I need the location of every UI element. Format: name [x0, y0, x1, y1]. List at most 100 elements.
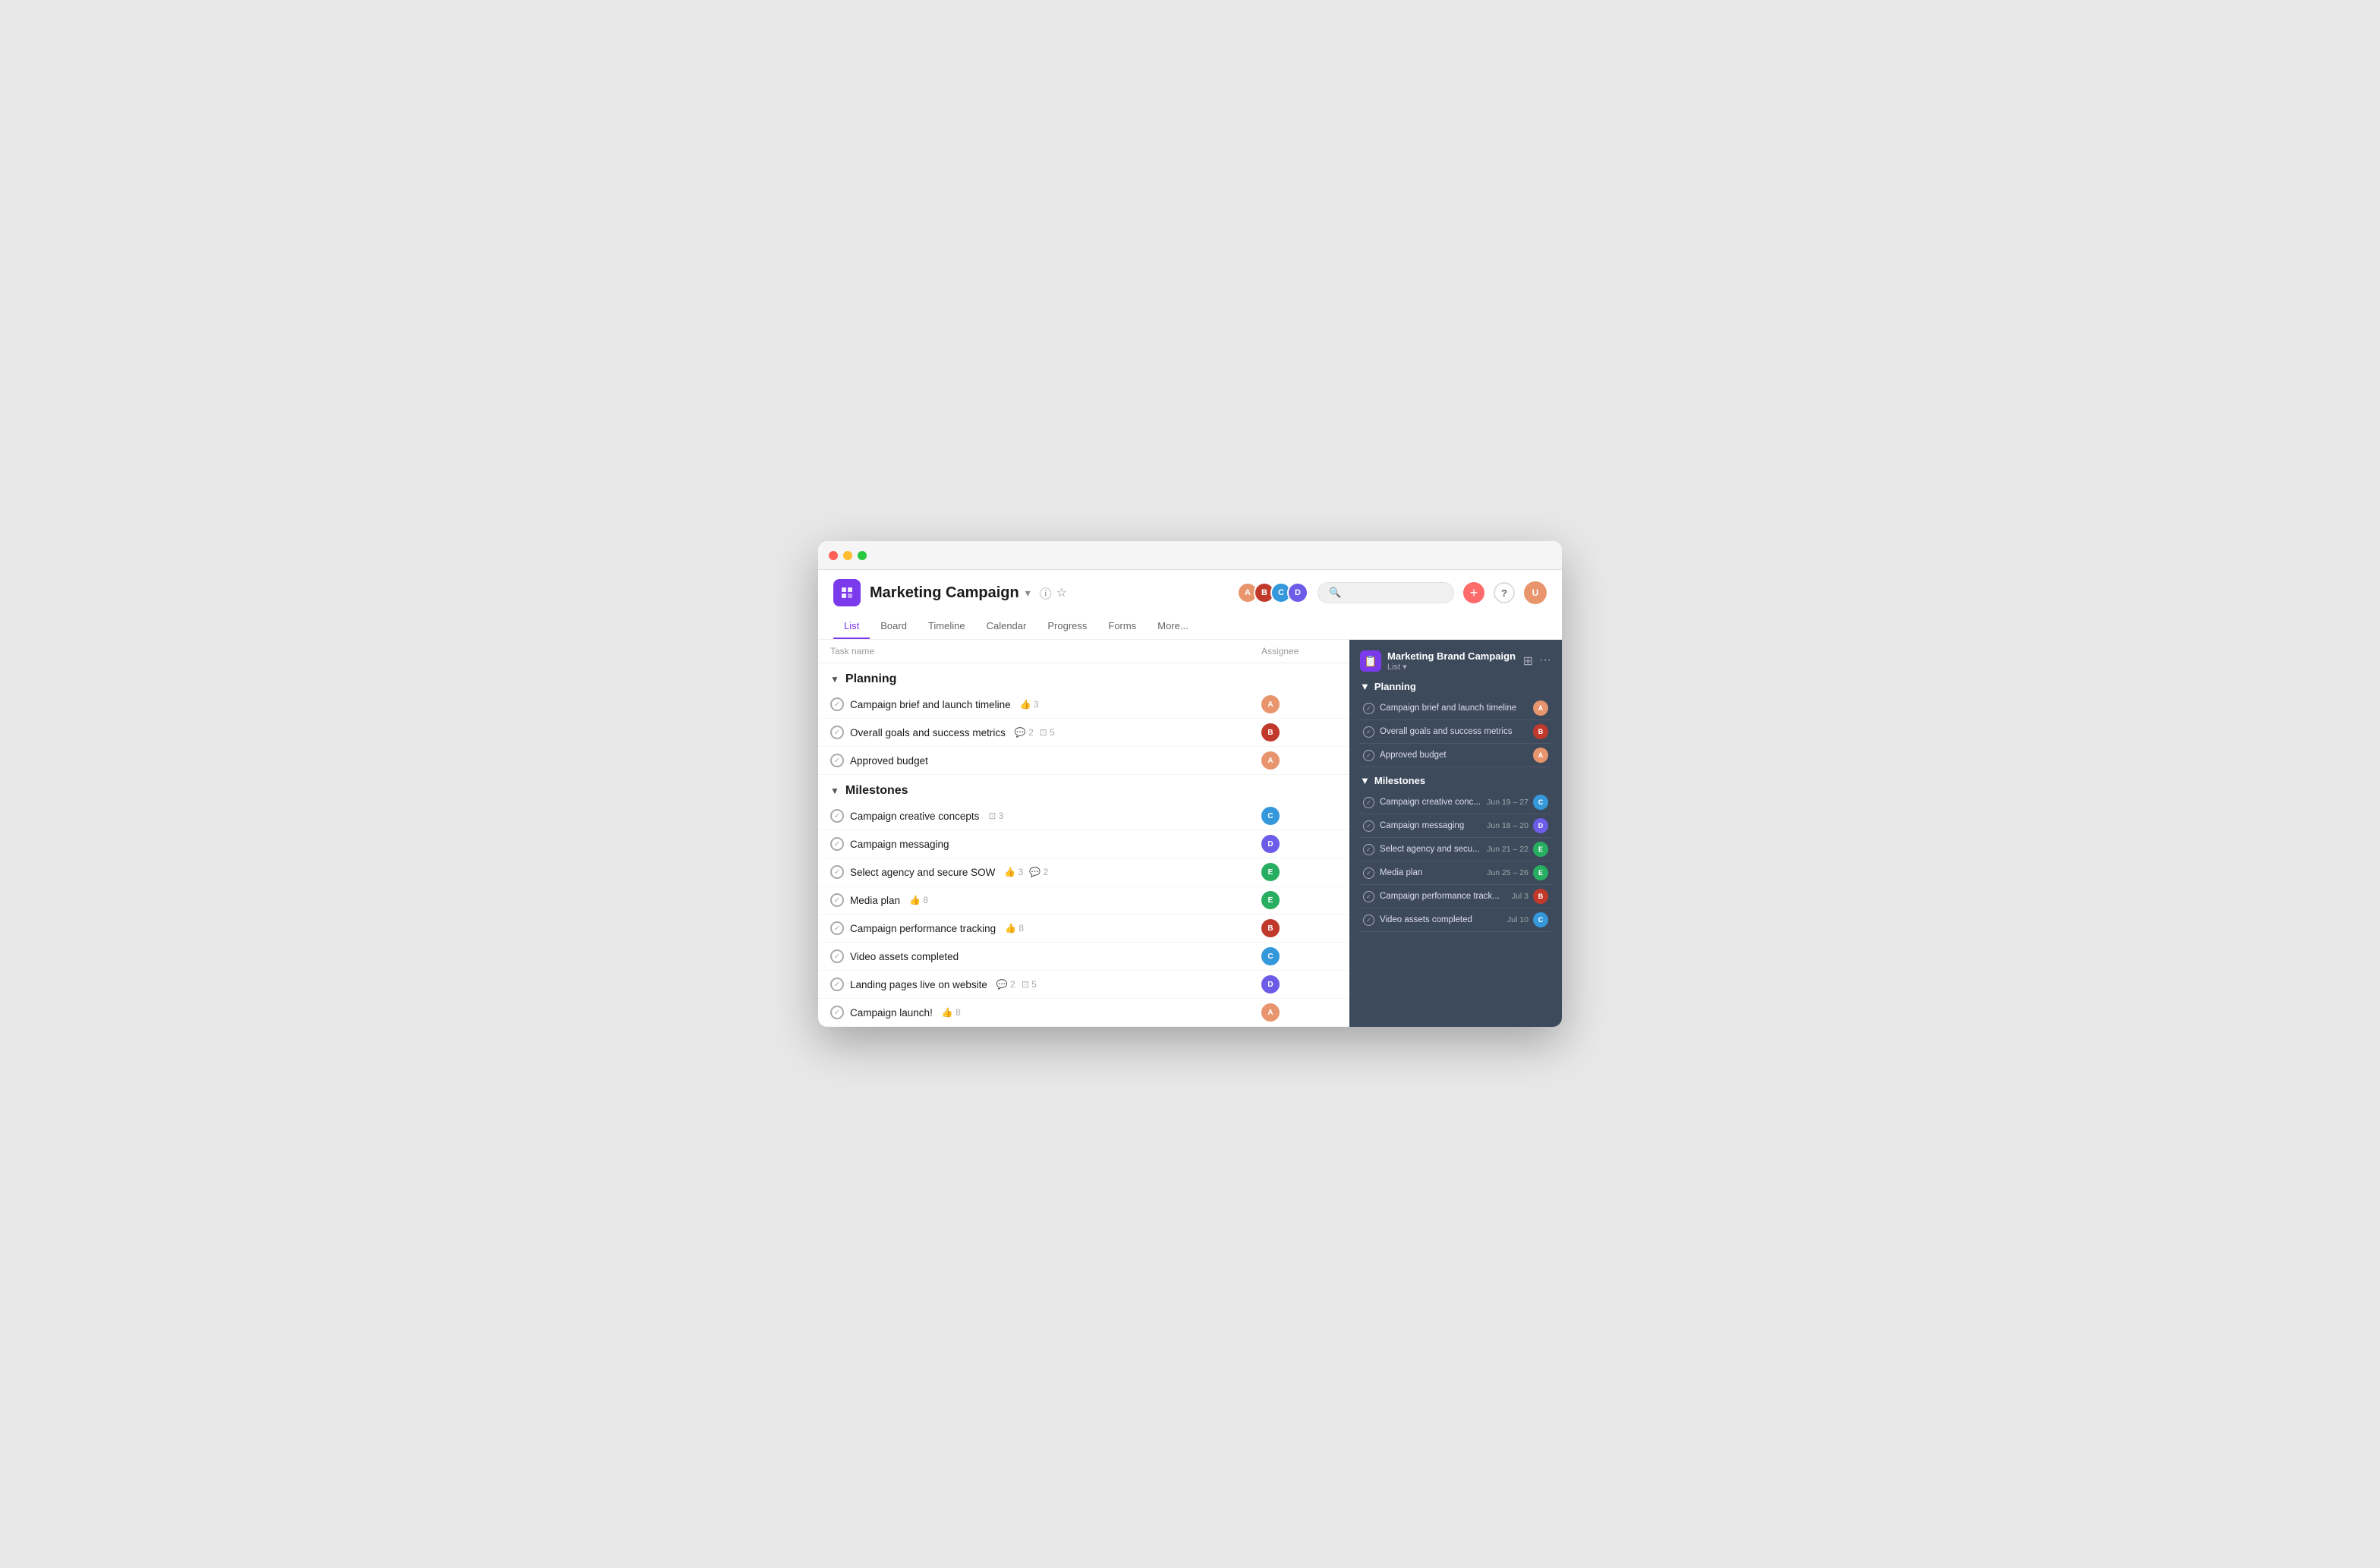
section-title-planning: Planning: [845, 672, 897, 686]
task-name: Campaign launch!: [850, 1007, 933, 1019]
sp-task-row: ✓ Overall goals and success metrics B: [1360, 720, 1551, 744]
user-avatar[interactable]: U: [1524, 581, 1547, 604]
tab-progress[interactable]: Progress: [1037, 614, 1097, 639]
sp-task-check[interactable]: ✓: [1363, 726, 1374, 738]
task-check[interactable]: ✓: [830, 921, 844, 935]
task-check[interactable]: ✓: [830, 893, 844, 907]
assignee-cell: C: [1261, 807, 1352, 825]
sp-task-left: ✓ Campaign brief and launch timeline: [1363, 703, 1533, 714]
search-bar[interactable]: 🔍: [1318, 582, 1454, 603]
task-name: Overall goals and success metrics: [850, 727, 1006, 738]
task-check[interactable]: ✓: [830, 697, 844, 711]
task-name: Approved budget: [850, 755, 928, 767]
sp-task-check[interactable]: ✓: [1363, 844, 1374, 855]
header-top: Marketing Campaign ▾ ⓘ ☆ A B C D 🔍: [833, 579, 1547, 606]
side-panel-title-area: 📋 Marketing Brand Campaign List ▾: [1360, 650, 1516, 672]
sp-task-name: Campaign brief and launch timeline: [1380, 704, 1533, 713]
task-name-cell: ✓ Media plan 👍 8: [830, 893, 1261, 907]
tab-calendar[interactable]: Calendar: [976, 614, 1037, 639]
task-check[interactable]: ✓: [830, 754, 844, 767]
task-check[interactable]: ✓: [830, 809, 844, 823]
sp-task-check[interactable]: ✓: [1363, 891, 1374, 902]
sp-task-check[interactable]: ✓: [1363, 703, 1374, 714]
sp-section-title-planning: Planning: [1374, 681, 1416, 692]
task-check[interactable]: ✓: [830, 837, 844, 851]
task-check[interactable]: ✓: [830, 978, 844, 991]
sp-task-left: ✓ Campaign messaging Jun 18 – 20: [1363, 820, 1533, 832]
sp-task-check[interactable]: ✓: [1363, 915, 1374, 926]
assignee-cell: D: [1261, 835, 1352, 853]
task-check[interactable]: ✓: [830, 1006, 844, 1019]
sp-section-milestones[interactable]: ▼ Milestones: [1360, 775, 1551, 786]
tab-list[interactable]: List: [833, 614, 870, 639]
sp-task-date: Jul 10: [1507, 915, 1528, 924]
task-avatar: A: [1261, 751, 1280, 770]
sp-task-avatar: A: [1533, 748, 1548, 763]
sp-task-name: Media plan: [1380, 868, 1481, 877]
sp-task-check[interactable]: ✓: [1363, 867, 1374, 879]
sp-task-name: Select agency and secu...: [1380, 845, 1481, 854]
tab-more[interactable]: More...: [1147, 614, 1198, 639]
task-check[interactable]: ✓: [830, 865, 844, 879]
sp-task-check[interactable]: ✓: [1363, 797, 1374, 808]
help-button[interactable]: ?: [1494, 582, 1515, 603]
task-meta: 💬 2 ⊡ 5: [996, 979, 1037, 990]
task-name-cell: ✓ Campaign performance tracking 👍 8: [830, 921, 1261, 935]
sp-task-avatar: E: [1533, 865, 1548, 880]
sp-task-row: ✓ Campaign messaging Jun 18 – 20 D: [1360, 814, 1551, 838]
task-avatar: C: [1261, 807, 1280, 825]
assignee-cell: A: [1261, 695, 1352, 713]
sp-task-avatar: C: [1533, 795, 1548, 810]
comments-count: 💬 2: [996, 979, 1015, 990]
task-check[interactable]: ✓: [830, 726, 844, 739]
info-icon[interactable]: ⓘ: [1040, 584, 1052, 602]
likes-count: 👍 3: [1004, 867, 1023, 877]
star-icon[interactable]: ☆: [1056, 585, 1067, 600]
main-content: Task name Assignee Due date Status ▼ Pla…: [818, 640, 1562, 1027]
task-avatar: D: [1261, 835, 1280, 853]
filter-icon[interactable]: ⊞: [1523, 653, 1533, 669]
sp-task-row: ✓ Campaign performance track... Jul 3 B: [1360, 885, 1551, 908]
sp-arrow-planning: ▼: [1360, 681, 1370, 692]
sp-task-avatar: B: [1533, 889, 1548, 904]
task-name-cell: ✓ Select agency and secure SOW 👍 3 💬 2: [830, 865, 1261, 879]
task-name: Campaign creative concepts: [850, 811, 979, 822]
col-task-name: Task name: [830, 646, 1261, 656]
task-name-cell: ✓ Landing pages live on website 💬 2 ⊡ 5: [830, 978, 1261, 991]
task-check[interactable]: ✓: [830, 949, 844, 963]
app-icon: [833, 579, 861, 606]
sp-task-avatar: A: [1533, 701, 1548, 716]
side-panel-title: Marketing Brand Campaign: [1387, 650, 1516, 662]
minimize-button[interactable]: [843, 551, 852, 560]
side-panel-actions: ⊞ ···: [1523, 653, 1551, 669]
assignee-cell: E: [1261, 891, 1352, 909]
section-arrow-planning: ▼: [830, 674, 839, 685]
chevron-down-icon[interactable]: ▾: [1025, 587, 1031, 600]
maximize-button[interactable]: [858, 551, 867, 560]
tab-forms[interactable]: Forms: [1097, 614, 1147, 639]
more-icon[interactable]: ···: [1539, 653, 1551, 669]
sp-task-left: ✓ Media plan Jun 25 – 26: [1363, 867, 1533, 879]
add-button[interactable]: +: [1463, 582, 1484, 603]
sp-task-date: Jul 3: [1512, 892, 1528, 901]
task-name-cell: ✓ Campaign brief and launch timeline 👍 3: [830, 697, 1261, 711]
close-button[interactable]: [829, 551, 838, 560]
task-name: Media plan: [850, 895, 900, 906]
task-name: Video assets completed: [850, 951, 959, 962]
side-panel-title-group: Marketing Brand Campaign List ▾: [1387, 650, 1516, 672]
tab-timeline[interactable]: Timeline: [918, 614, 976, 639]
sp-task-row: ✓ Video assets completed Jul 10 C: [1360, 908, 1551, 932]
comments-count: 💬 2: [1015, 727, 1034, 738]
task-meta: 👍 3: [1020, 699, 1039, 710]
sp-task-left: ✓ Video assets completed Jul 10: [1363, 915, 1533, 926]
sp-section-planning[interactable]: ▼ Planning: [1360, 681, 1551, 692]
header-left: Marketing Campaign ▾ ⓘ ☆: [833, 579, 1067, 606]
tab-board[interactable]: Board: [870, 614, 918, 639]
sp-task-row: ✓ Media plan Jun 25 – 26 E: [1360, 861, 1551, 885]
sp-task-date: Jun 21 – 22: [1487, 845, 1528, 854]
assignee-cell: E: [1261, 863, 1352, 881]
sp-task-name: Overall goals and success metrics: [1380, 727, 1533, 736]
sp-task-check[interactable]: ✓: [1363, 820, 1374, 832]
sp-task-check[interactable]: ✓: [1363, 750, 1374, 761]
side-panel: 📋 Marketing Brand Campaign List ▾ ⊞ ··· …: [1349, 640, 1562, 1027]
